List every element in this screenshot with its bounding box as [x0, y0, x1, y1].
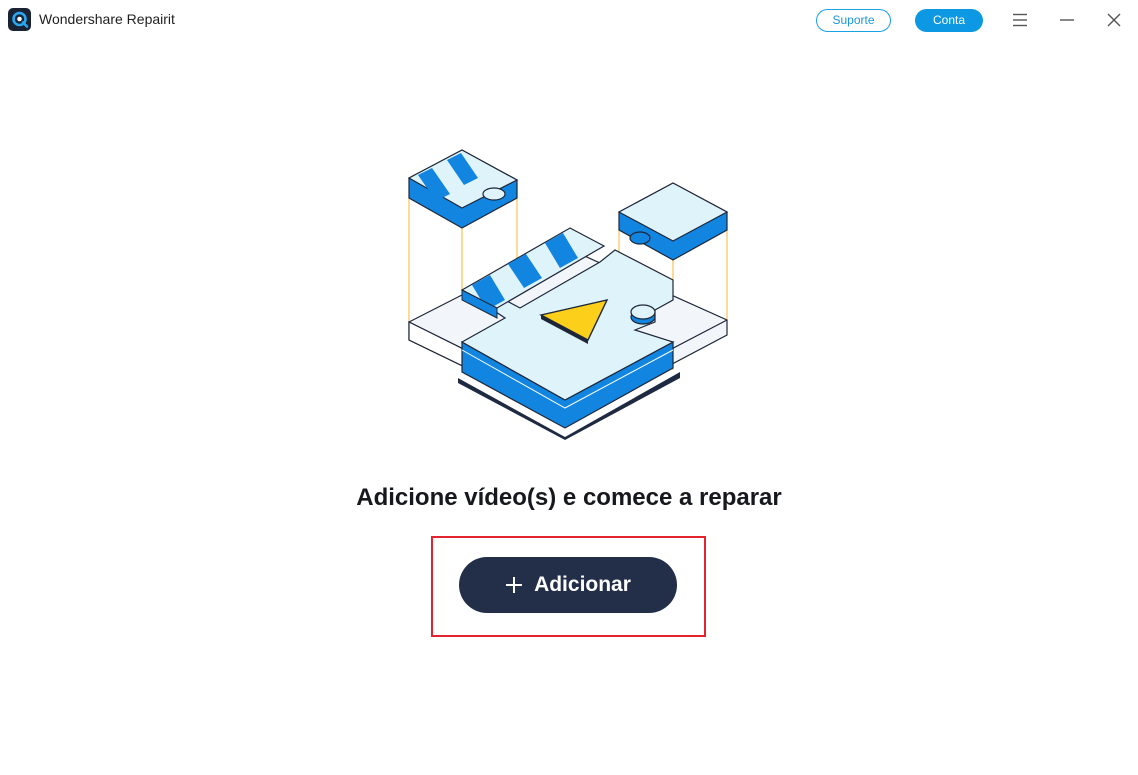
app-title: Wondershare Repairit	[39, 11, 175, 27]
page-heading: Adicione vídeo(s) e comece a reparar	[356, 484, 782, 511]
account-button[interactable]: Conta	[915, 9, 983, 32]
app-window: Wondershare Repairit Suporte Conta Adici…	[0, 0, 1138, 775]
close-icon[interactable]	[1104, 10, 1124, 30]
title-bar: Wondershare Repairit Suporte Conta	[0, 0, 1138, 40]
support-button[interactable]: Suporte	[816, 9, 891, 32]
plus-icon	[506, 577, 523, 593]
minimize-icon[interactable]	[1057, 10, 1077, 30]
hamburger-menu-icon[interactable]	[1010, 10, 1030, 30]
repairit-logo-icon	[8, 8, 31, 31]
add-button[interactable]: Adicionar	[459, 557, 677, 613]
add-button-label: Adicionar	[534, 573, 631, 596]
video-puzzle-illustration	[407, 149, 729, 440]
